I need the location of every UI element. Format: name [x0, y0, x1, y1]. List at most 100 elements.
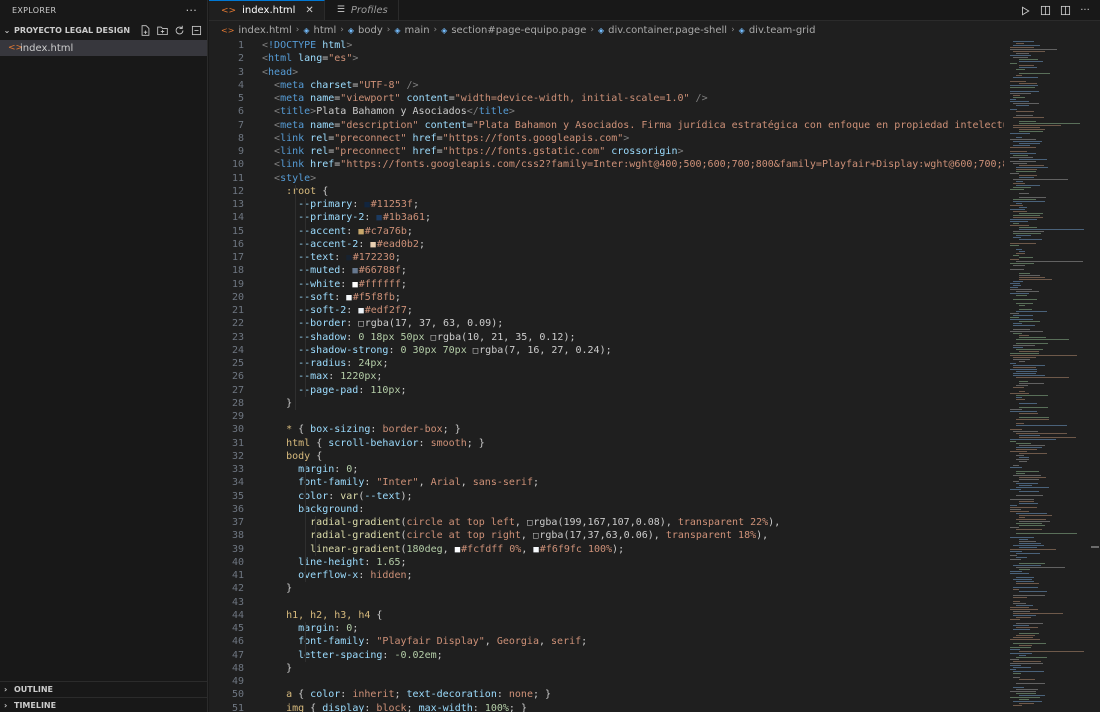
code-line[interactable]: 7 <meta name="description" content="Plat… — [209, 119, 1019, 132]
code-line[interactable]: 22 --border: □rgba(17, 37, 63, 0.09); — [209, 317, 1019, 330]
code-line[interactable]: 3 <head> — [209, 66, 1019, 79]
code-line[interactable]: 30 * { box-sizing: border-box; } — [209, 423, 1019, 436]
minimap-line — [1019, 417, 1049, 418]
code-line[interactable]: 2 <html lang="es"> — [209, 52, 1019, 65]
refresh-icon[interactable] — [172, 23, 186, 37]
code-line[interactable]: 47 letter-spacing: -0.02em; — [209, 649, 1019, 662]
breadcrumb-item[interactable]: <> index.html — [221, 25, 292, 36]
code-line[interactable]: 10 <link href="https://fonts.googleapis.… — [209, 158, 1019, 171]
minimap-line — [1019, 277, 1045, 278]
code-line[interactable]: 37 radial-gradient(circle at top left, □… — [209, 516, 1019, 529]
minimap-line — [1019, 541, 1036, 542]
code-line[interactable]: 6 <title>Plata Bahamon y Asociados</titl… — [209, 105, 1019, 118]
outline-section[interactable]: › OUTLINE — [0, 681, 208, 697]
code-line[interactable]: 40 line-height: 1.65; — [209, 556, 1019, 569]
minimap-line — [1010, 527, 1019, 528]
code-line[interactable]: 16 --accent-2: ■#ead0b2; — [209, 238, 1019, 251]
element-icon: ◈ — [303, 25, 310, 35]
minimap-line — [1013, 199, 1036, 200]
file-item-index-html[interactable]: <> index.html — [0, 40, 207, 56]
code-line[interactable]: 42 } — [209, 582, 1019, 595]
code-line[interactable]: 39 linear-gradient(180deg, ■#fcfdff 0%, … — [209, 543, 1019, 556]
minimap-line — [1010, 669, 1016, 670]
project-folder[interactable]: ⌄ PROYECTO LEGAL DESIGN — [0, 20, 207, 40]
code-line[interactable]: 33 margin: 0; — [209, 463, 1019, 476]
code-line[interactable]: 45 margin: 0; — [209, 622, 1019, 635]
code-line[interactable]: 51 img { display: block; max-width: 100%… — [209, 702, 1019, 712]
code-line[interactable]: 38 radial-gradient(circle at top right, … — [209, 529, 1019, 542]
minimap-line — [1016, 627, 1038, 628]
breadcrumb-item[interactable]: ◈ section#page-equipo.page — [441, 25, 586, 36]
minimap-line — [1019, 121, 1036, 122]
code-line[interactable]: 17 --text: ■#172230; — [209, 251, 1019, 264]
code-line[interactable]: 23 --shadow: 0 18px 50px □rgba(10, 21, 3… — [209, 331, 1019, 344]
code-line[interactable]: 18 --muted: ■#66788f; — [209, 264, 1019, 277]
code-line[interactable]: 28 } — [209, 397, 1019, 410]
close-icon[interactable]: ✕ — [305, 5, 313, 16]
tab-index-html[interactable]: <> index.html ✕ — [209, 0, 325, 20]
code-line[interactable]: 27 --page-pad: 110px; — [209, 384, 1019, 397]
code-line[interactable]: 21 --soft-2: ■#edf2f7; — [209, 304, 1019, 317]
code-line[interactable]: 12 :root { — [209, 185, 1019, 198]
code-line[interactable]: 31 html { scroll-behavior: smooth; } — [209, 437, 1019, 450]
code-text: --primary: ■#11253f; — [262, 199, 419, 211]
code-line[interactable]: 36 background: — [209, 503, 1019, 516]
code-line[interactable]: 46 font-family: "Playfair Display", Geor… — [209, 635, 1019, 648]
code-line[interactable]: 50 a { color: inherit; text-decoration: … — [209, 688, 1019, 701]
minimap-line — [1013, 215, 1040, 216]
code-line[interactable]: 41 overflow-x: hidden; — [209, 569, 1019, 582]
code-line[interactable]: 25 --radius: 24px; — [209, 357, 1019, 370]
timeline-label: TIMELINE — [14, 701, 57, 710]
new-folder-icon[interactable] — [155, 23, 169, 37]
line-number: 48 — [231, 662, 244, 674]
code-line[interactable]: 20 --soft: ■#f5f8fb; — [209, 291, 1019, 304]
vertical-scrollbar[interactable] — [1090, 39, 1100, 712]
code-line[interactable]: 48 } — [209, 662, 1019, 675]
code-line[interactable]: 34 font-family: "Inter", Arial, sans-ser… — [209, 476, 1019, 489]
breadcrumb-item[interactable]: ◈ div.container.page-shell — [598, 25, 727, 36]
minimap-line — [1013, 587, 1038, 588]
code-line[interactable]: 5 <meta name="viewport" content="width=d… — [209, 92, 1019, 105]
code-line[interactable]: 49 — [209, 675, 1019, 688]
minimap-line — [1016, 291, 1039, 292]
ellipsis-icon[interactable]: ··· — [1078, 4, 1092, 18]
code-line[interactable]: 1 <!DOCTYPE html> — [209, 39, 1019, 52]
code-line[interactable]: 35 color: var(--text); — [209, 490, 1019, 503]
ellipsis-icon[interactable]: ··· — [186, 4, 197, 17]
code-line[interactable]: 15 --accent: ■#c7a76b; — [209, 225, 1019, 238]
new-file-icon[interactable] — [138, 23, 152, 37]
code-line[interactable]: 8 <link rel="preconnect" href="https://f… — [209, 132, 1019, 145]
minimap-line — [1016, 425, 1067, 426]
tab-profiles[interactable]: ☰ Profiles — [325, 0, 399, 20]
collapse-all-icon[interactable] — [189, 23, 203, 37]
code-line[interactable]: 44 h1, h2, h3, h4 { — [209, 609, 1019, 622]
minimap-line — [1013, 375, 1045, 376]
code-line[interactable]: 24 --shadow-strong: 0 30px 70px □rgba(7,… — [209, 344, 1019, 357]
minimap-line — [1019, 485, 1032, 486]
code-editor[interactable]: 1 <!DOCTYPE html> 2 <html lang="es"> 3 <head>… — [209, 39, 1100, 712]
split-editor-icon[interactable] — [1058, 4, 1072, 18]
code-line[interactable]: 26 --max: 1220px; — [209, 370, 1019, 383]
open-changes-icon[interactable] — [1038, 4, 1052, 18]
code-line[interactable]: 14 --primary-2: ■#1b3a61; — [209, 211, 1019, 224]
breadcrumb-item[interactable]: ◈ body — [348, 25, 383, 36]
code-line[interactable]: 43 — [209, 596, 1019, 609]
minimap-line — [1013, 315, 1033, 316]
code-line[interactable]: 13 --primary: ■#11253f; — [209, 198, 1019, 211]
run-icon[interactable] — [1018, 4, 1032, 18]
timeline-section[interactable]: › TIMELINE — [0, 697, 208, 712]
breadcrumb-item[interactable]: ◈ main — [394, 25, 429, 36]
code-line[interactable]: 19 --white: ■#ffffff; — [209, 278, 1019, 291]
code-line[interactable]: 9 <link rel="preconnect" href="https://f… — [209, 145, 1019, 158]
code-line[interactable]: 32 body { — [209, 450, 1019, 463]
code-line[interactable]: 29 — [209, 410, 1019, 423]
code-text: --max: 1220px; — [298, 371, 383, 383]
code-line[interactable]: 4 <meta charset="UTF-8" /> — [209, 79, 1019, 92]
breadcrumb-item[interactable]: ◈ html — [303, 25, 336, 36]
minimap-line — [1016, 377, 1069, 378]
minimap-line — [1013, 323, 1022, 324]
minimap[interactable] — [1008, 39, 1088, 712]
breadcrumb-item[interactable]: ◈ div.team-grid — [739, 25, 816, 36]
code-line[interactable]: 11 <style> — [209, 172, 1019, 185]
line-number: 49 — [231, 676, 244, 688]
